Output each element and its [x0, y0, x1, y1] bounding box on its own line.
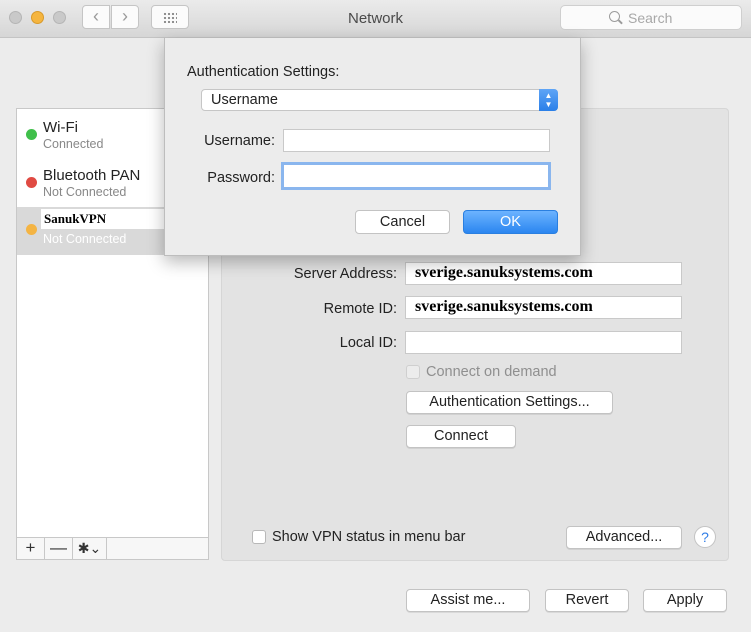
- apply-button[interactable]: Apply: [643, 589, 727, 612]
- remote-id-field[interactable]: sverige.sanuksystems.com: [405, 296, 682, 319]
- help-button[interactable]: ?: [694, 526, 716, 548]
- search-field[interactable]: Search: [560, 5, 742, 30]
- service-status: Not Connected: [43, 232, 127, 246]
- service-status: Connected: [43, 137, 104, 151]
- status-dot-icon: [26, 224, 37, 235]
- search-placeholder: Search: [628, 10, 673, 26]
- gear-menu-button[interactable]: ✱⌄: [73, 538, 107, 559]
- connect-on-demand-label: Connect on demand: [426, 364, 557, 380]
- connect-on-demand-checkbox[interactable]: [406, 365, 420, 379]
- title-bar: ‹ › Network Search: [0, 0, 751, 38]
- service-toolbar: + — ✱⌄: [17, 537, 208, 559]
- authentication-settings-button[interactable]: Authentication Settings...: [406, 391, 613, 414]
- server-address-field[interactable]: sverige.sanuksystems.com: [405, 262, 682, 285]
- sheet-title: Authentication Settings:: [187, 64, 340, 80]
- authentication-sheet: Authentication Settings: Username ▲ ▼ Use…: [164, 38, 581, 256]
- add-service-button[interactable]: +: [17, 538, 45, 559]
- service-name: Wi-Fi: [43, 119, 78, 136]
- service-status: Not Connected: [43, 185, 127, 199]
- server-address-label: Server Address:: [293, 266, 397, 282]
- status-dot-icon: [26, 129, 37, 140]
- password-label: Password:: [207, 170, 275, 186]
- username-label: Username:: [204, 133, 275, 149]
- remote-id-value: sverige.sanuksystems.com: [415, 298, 593, 315]
- connect-button[interactable]: Connect: [406, 425, 516, 448]
- search-icon: [609, 11, 620, 22]
- local-id-field[interactable]: [405, 331, 682, 354]
- popup-arrows-icon: ▲ ▼: [539, 89, 558, 111]
- status-dot-icon: [26, 177, 37, 188]
- local-id-label: Local ID:: [339, 335, 397, 351]
- advanced-button[interactable]: Advanced...: [566, 526, 682, 549]
- authentication-method-popup[interactable]: Username ▲ ▼: [201, 89, 558, 111]
- service-name: Bluetooth PAN: [43, 167, 141, 184]
- ok-button[interactable]: OK: [463, 210, 558, 234]
- assist-me-button[interactable]: Assist me...: [406, 589, 530, 612]
- service-name: SanukVPN: [41, 209, 165, 229]
- remove-service-button[interactable]: —: [45, 538, 73, 559]
- password-field[interactable]: [281, 162, 551, 190]
- show-vpn-status-label: Show VPN status in menu bar: [272, 529, 466, 545]
- remote-id-label: Remote ID:: [323, 301, 397, 317]
- show-vpn-status-checkbox[interactable]: [252, 530, 266, 544]
- username-field[interactable]: [283, 129, 550, 152]
- server-address-value: sverige.sanuksystems.com: [415, 264, 593, 281]
- cancel-button[interactable]: Cancel: [355, 210, 450, 234]
- revert-button[interactable]: Revert: [545, 589, 629, 612]
- authentication-method-value: Username: [211, 92, 278, 108]
